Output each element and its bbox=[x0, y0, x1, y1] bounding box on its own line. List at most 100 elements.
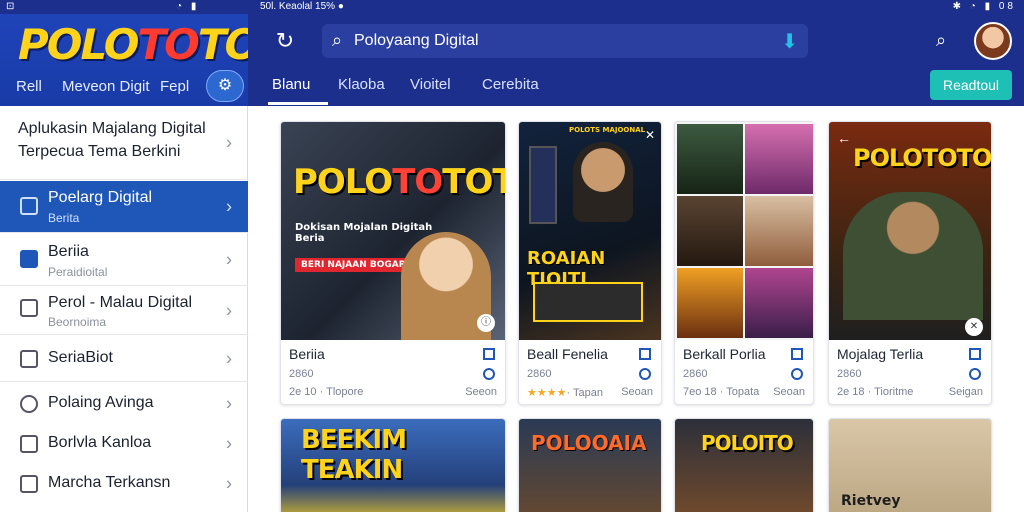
refresh-icon[interactable]: ↻ bbox=[272, 28, 298, 54]
card-right-label: Seeon bbox=[465, 386, 497, 398]
card-title: Berkall Porlia bbox=[683, 346, 766, 362]
close-icon[interactable]: ✕ bbox=[645, 128, 655, 142]
sidebar-item-seriabiot[interactable]: SeriaBiot › bbox=[0, 336, 248, 382]
settings-icon: ⚙ bbox=[217, 77, 233, 94]
poster-collage bbox=[675, 122, 813, 340]
sidebar-item-borlvla-kanloa[interactable]: Borlvla Kanloa › bbox=[0, 424, 248, 464]
sidebar-item-poelarg-digital[interactable]: Poelarg Digital Berita › bbox=[0, 181, 248, 233]
poster-image: Rietvey bbox=[829, 419, 991, 512]
app-logo[interactable]: POLOTOTO bbox=[18, 20, 260, 69]
close-icon[interactable]: ✕ bbox=[965, 318, 983, 336]
poster-title: BEEKIM TEAKIN bbox=[301, 425, 407, 485]
sidebar-item-perol[interactable]: Perol - Malau Digital Beornoima › bbox=[0, 287, 248, 335]
status-right: ✱ ◔ ▮ 08 bbox=[952, 1, 1016, 12]
tab-underline bbox=[268, 102, 328, 105]
card-meta2: ★★★★· Tapan bbox=[527, 387, 603, 399]
home-icon bbox=[20, 435, 38, 453]
sidebar-item-title: Poelarg Digital bbox=[48, 189, 153, 206]
card-title: Beriia bbox=[289, 346, 325, 362]
back-arrow-icon[interactable]: ← bbox=[837, 130, 851, 146]
tab-bar: Blanu Klaoba Vioitel Cerebita Readtoul bbox=[248, 70, 1024, 106]
poster-top: POLOTS MAJOONAL bbox=[569, 126, 646, 134]
left-tab-1[interactable]: Rell bbox=[16, 78, 42, 95]
sidebar-header-item[interactable]: Aplukasin Majalang Digital Terpecua Tema… bbox=[0, 106, 248, 180]
user-icon[interactable] bbox=[791, 368, 803, 380]
card-meta2: 2e 10 · Tlopore bbox=[289, 386, 364, 398]
poster-band: BERI NAJAAN BOGAR bbox=[295, 258, 412, 272]
sidebar-item-title: Perol - Malau Digital bbox=[48, 294, 193, 311]
card-right-label: Seigan bbox=[948, 386, 983, 398]
bookmark-icon[interactable] bbox=[791, 348, 803, 360]
poster-screen bbox=[533, 282, 643, 322]
search-icon: ⌕ bbox=[332, 30, 343, 50]
poster-image: POLOITO bbox=[675, 419, 813, 512]
document-icon bbox=[20, 299, 38, 317]
collage-tile bbox=[677, 124, 743, 194]
user-icon[interactable] bbox=[969, 368, 981, 380]
chevron-right-icon: › bbox=[226, 132, 232, 152]
sidebar-item-beriia[interactable]: Beriia Peraidioital › bbox=[0, 234, 248, 286]
sidebar-item-title: Borlvla Kanloa bbox=[48, 434, 152, 451]
sidebar-item-marcha-terkansn[interactable]: Marcha Terkansn › bbox=[0, 464, 248, 504]
tab-cerebita[interactable]: Cerebita bbox=[482, 76, 539, 93]
card-title: Mojalag Terlia bbox=[837, 346, 924, 362]
sidebar-item-polaing-avinga[interactable]: Polaing Avinga › bbox=[0, 384, 248, 424]
poster-image: POLOOAIA bbox=[519, 419, 661, 512]
tab-blanu[interactable]: Blanu bbox=[272, 76, 310, 93]
collage-tile bbox=[677, 268, 743, 338]
poster-person bbox=[573, 142, 633, 222]
top-bar: ↻ ⌕ ⬇ ⌕ bbox=[248, 14, 1024, 70]
settings-button[interactable]: ⚙ bbox=[206, 70, 244, 102]
left-header: POLOTOTO Rell Meveon Digit Fepl ⚙ bbox=[0, 14, 260, 106]
user-icon[interactable] bbox=[639, 368, 651, 380]
card[interactable]: POLOTOTOTO Dokisan Mojalan Digitah Beria… bbox=[280, 121, 506, 405]
poster-image: BEEKIM TEAKIN bbox=[281, 419, 505, 512]
card-meta: 2860 bbox=[527, 368, 552, 380]
download-icon[interactable]: ⬇ bbox=[781, 29, 798, 54]
poster-subtitle: Dokisan Mojalan Digitah Beria bbox=[295, 222, 433, 244]
card-title: Beall Fenelia bbox=[527, 346, 608, 362]
poster-image: POLOTOTOTO Dokisan Mojalan Digitah Beria… bbox=[281, 122, 505, 340]
collage-tile bbox=[745, 196, 813, 266]
left-tab-3[interactable]: Fepl bbox=[160, 78, 189, 95]
bookmark-icon[interactable] bbox=[639, 348, 651, 360]
search-icon[interactable]: ⌕ bbox=[936, 30, 946, 51]
search-icon[interactable] bbox=[483, 368, 495, 380]
search-input[interactable] bbox=[354, 29, 754, 53]
card-meta2: 2e 18 · Tioritme bbox=[837, 386, 914, 398]
poster-title: Rietvey bbox=[841, 493, 901, 509]
sidebar-header-line1: Aplukasin Majalang Digital bbox=[18, 120, 206, 137]
info-icon[interactable]: ⓘ bbox=[477, 314, 495, 332]
bookmark-icon[interactable] bbox=[483, 348, 495, 360]
grid-icon bbox=[20, 250, 38, 268]
card-right-label: Seoan bbox=[773, 386, 805, 398]
card[interactable]: BEEKIM TEAKIN bbox=[280, 418, 506, 512]
left-tab-2[interactable]: Meveon Digit bbox=[62, 78, 150, 95]
collage-tile bbox=[745, 124, 813, 194]
left-sidebar: Aplukasin Majalang Digital Terpecua Tema… bbox=[0, 106, 248, 512]
card-right-label: Seoan bbox=[621, 386, 653, 398]
status-bar: ⊡ ◔ ▮ 50l. Keaolal 15% ● ✱ ◔ ▮ 08 bbox=[0, 0, 1024, 14]
card[interactable]: Rietvey bbox=[828, 418, 992, 512]
search-bar[interactable]: ⌕ ⬇ bbox=[322, 24, 808, 58]
sidebar-item-title: Polaing Avinga bbox=[48, 394, 154, 411]
card[interactable]: POLOTS MAJOONAL ROAIAN TIOITL ✕ Beall Fe… bbox=[518, 121, 662, 405]
poster-title: POLOTOTO bbox=[853, 144, 992, 172]
card-meta: 2860 bbox=[289, 368, 314, 380]
card[interactable]: POLOITO bbox=[674, 418, 814, 512]
poster-title: POLOOAIA bbox=[531, 431, 647, 455]
card[interactable]: POLOOAIA bbox=[518, 418, 662, 512]
status-left-text: 50l. Keaolal 15% ● bbox=[260, 1, 344, 12]
sidebar-header-line2: Terpecua Tema Berkini bbox=[18, 143, 181, 160]
card[interactable]: Berkall Porlia 2860 7eo 18 · Topata Seoa… bbox=[674, 121, 814, 405]
tab-vioitel[interactable]: Vioitel bbox=[410, 76, 451, 93]
tab-klaoba[interactable]: Klaoba bbox=[338, 76, 385, 93]
sidebar-item-title: Beriia bbox=[48, 243, 89, 260]
bookmark-icon[interactable] bbox=[969, 348, 981, 360]
card[interactable]: ← POLOTOTO ✕ Mojalag Terlia 2860 2e 18 ·… bbox=[828, 121, 992, 405]
sidebar-item-subtitle: Berita bbox=[48, 211, 80, 225]
poster-image: POLOTS MAJOONAL ROAIAN TIOITL ✕ bbox=[519, 122, 661, 340]
cta-button[interactable]: Readtoul bbox=[930, 70, 1012, 100]
content-grid: POLOTOTOTO Dokisan Mojalan Digitah Beria… bbox=[248, 106, 1024, 512]
avatar[interactable] bbox=[974, 22, 1012, 60]
